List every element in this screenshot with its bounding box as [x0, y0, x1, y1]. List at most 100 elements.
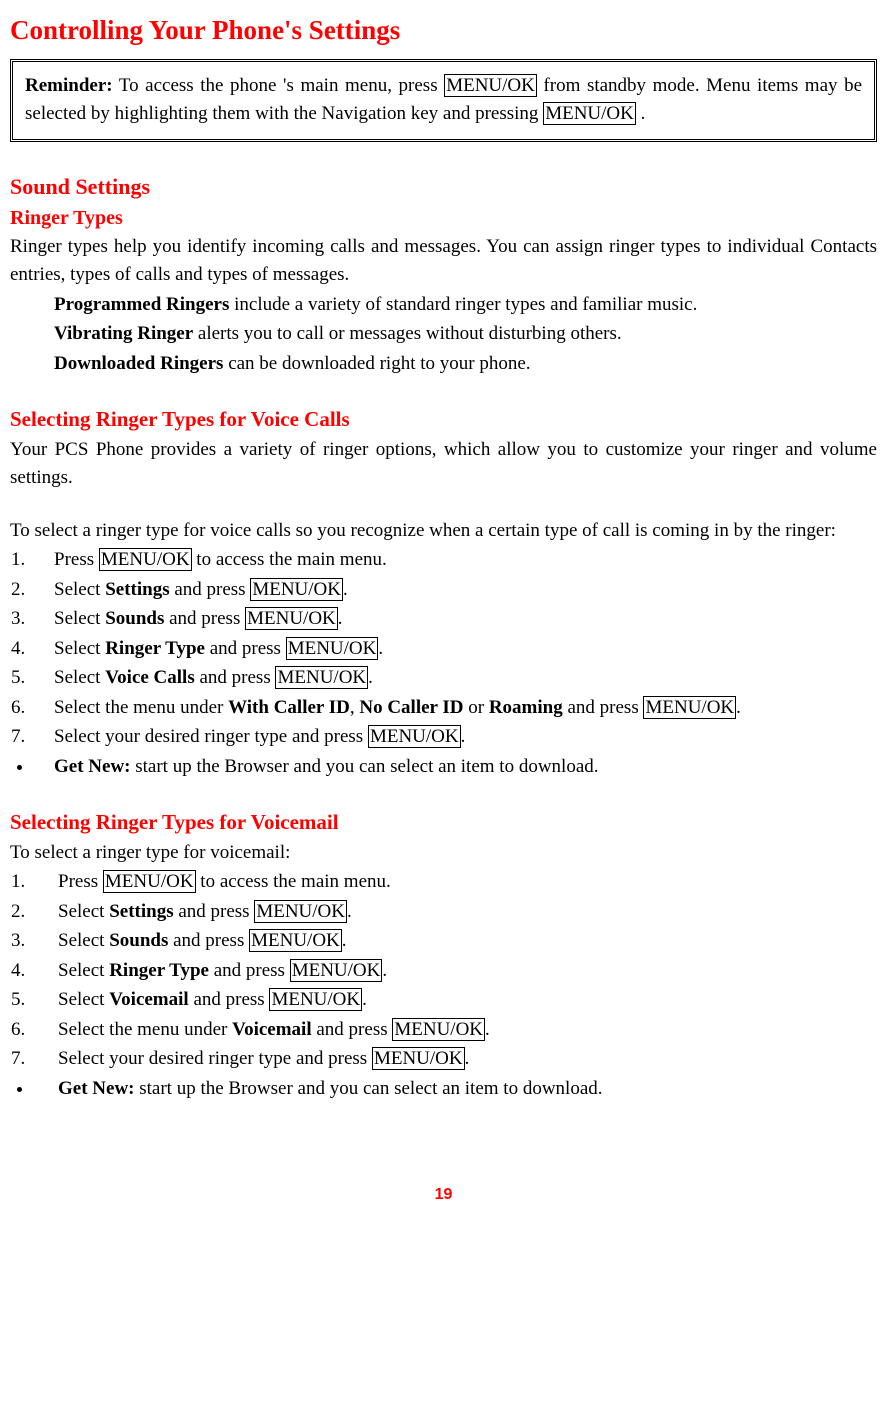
step-text: to access the main menu. [196, 871, 391, 892]
step-text: Press [58, 871, 103, 892]
getnew-list: Get New: start up the Browser and you ca… [10, 753, 877, 782]
step-text: and press [164, 608, 245, 629]
step-bold: Ringer Type [109, 960, 209, 981]
step-bold: With Caller ID [228, 697, 350, 718]
step-text: and press [168, 930, 249, 951]
menu-ok-key: MENU/OK [392, 1018, 485, 1041]
voice-calls-intro2: To select a ringer type for voice calls … [10, 517, 877, 546]
step-item: Press MENU/OK to access the main menu. [30, 546, 877, 575]
menu-ok-key: MENU/OK [250, 578, 343, 601]
step-text: . [343, 579, 348, 600]
list-item: Downloaded Ringers can be downloaded rig… [10, 350, 877, 379]
step-bold: Voicemail [232, 1019, 312, 1040]
reminder-label: Reminder: [25, 75, 113, 96]
step-text: . [368, 667, 373, 688]
step-item: Select Voicemail and press MENU/OK. [30, 986, 877, 1015]
getnew-label: Get New: [54, 756, 131, 777]
step-text: and press [174, 901, 255, 922]
step-text: and press [563, 697, 644, 718]
getnew-text: start up the Browser and you can select … [135, 1078, 603, 1099]
step-text: and press [195, 667, 276, 688]
step-item: Select Sounds and press MENU/OK. [30, 605, 877, 634]
step-item: Select Voice Calls and press MENU/OK. [30, 664, 877, 693]
step-text: . [342, 930, 347, 951]
menu-ok-key: MENU/OK [444, 74, 537, 97]
step-text: . [485, 1019, 490, 1040]
voicemail-steps: Press MENU/OK to access the main menu. S… [10, 868, 877, 1074]
step-item: Select the menu under Voicemail and pres… [30, 1016, 877, 1045]
step-bold: Settings [109, 901, 173, 922]
menu-ok-key: MENU/OK [372, 1047, 465, 1070]
step-bold: Roaming [489, 697, 563, 718]
step-bold: Voicemail [109, 989, 189, 1010]
getnew-item: Get New: start up the Browser and you ca… [34, 1075, 877, 1104]
step-bold: Settings [105, 579, 169, 600]
step-text: . [378, 638, 383, 659]
step-item: Select Settings and press MENU/OK. [30, 576, 877, 605]
step-text: Select the menu under [58, 1019, 232, 1040]
step-text: to access the main menu. [192, 549, 387, 570]
list-item: Vibrating Ringer alerts you to call or m… [10, 320, 877, 349]
reminder-post: . [636, 103, 646, 124]
sound-settings-heading: Sound Settings [10, 170, 877, 203]
ringer-item-label: Downloaded Ringers [54, 353, 223, 374]
menu-ok-key: MENU/OK [249, 929, 342, 952]
menu-ok-key: MENU/OK [269, 988, 362, 1011]
step-text: Select your desired ringer type and pres… [54, 726, 368, 747]
ringer-item-label: Vibrating Ringer [54, 323, 193, 344]
page-number: 19 [10, 1183, 877, 1207]
step-text: Select [54, 608, 105, 629]
step-item: Select Settings and press MENU/OK. [30, 898, 877, 927]
step-text: . [465, 1048, 470, 1069]
step-text: Select [58, 960, 109, 981]
step-text: and press [189, 989, 270, 1010]
step-text: Select [58, 989, 109, 1010]
getnew-label: Get New: [58, 1078, 135, 1099]
menu-ok-key: MENU/OK [275, 666, 368, 689]
step-text: Press [54, 549, 99, 570]
step-text: . [362, 989, 367, 1010]
menu-ok-key: MENU/OK [245, 607, 338, 630]
step-text: . [382, 960, 387, 981]
ringer-types-heading: Ringer Types [10, 203, 877, 233]
step-text: and press [312, 1019, 393, 1040]
step-text: . [338, 608, 343, 629]
ringer-item-text: include a variety of standard ringer typ… [229, 294, 697, 315]
step-text: or [464, 697, 489, 718]
step-text: Select the menu under [54, 697, 228, 718]
step-text: and press [205, 638, 286, 659]
step-bold: Sounds [105, 608, 164, 629]
ringer-types-list: Programmed Ringers include a variety of … [10, 291, 877, 379]
step-item: Select your desired ringer type and pres… [30, 1045, 877, 1074]
step-text: , [350, 697, 360, 718]
voice-calls-steps: Press MENU/OK to access the main menu. S… [10, 546, 877, 752]
ringer-item-label: Programmed Ringers [54, 294, 229, 315]
step-text: . [461, 726, 466, 747]
menu-ok-key: MENU/OK [643, 696, 736, 719]
menu-ok-key: MENU/OK [286, 637, 379, 660]
voice-calls-heading: Selecting Ringer Types for Voice Calls [10, 404, 877, 436]
menu-ok-key: MENU/OK [543, 102, 636, 125]
menu-ok-key: MENU/OK [368, 725, 461, 748]
step-item: Select the menu under With Caller ID, No… [30, 694, 877, 723]
voicemail-intro: To select a ringer type for voicemail: [10, 839, 877, 868]
step-text: Select [58, 930, 109, 951]
menu-ok-key: MENU/OK [254, 900, 347, 923]
step-text: Select [54, 579, 105, 600]
step-text: Select [54, 667, 105, 688]
reminder-pre: To access the phone 's main menu, press [113, 75, 445, 96]
step-text: Select your desired ringer type and pres… [58, 1048, 372, 1069]
getnew-item: Get New: start up the Browser and you ca… [34, 753, 877, 782]
step-text: Select [58, 901, 109, 922]
step-text: and press [170, 579, 251, 600]
page-title: Controlling Your Phone's Settings [10, 10, 877, 51]
step-bold: Ringer Type [105, 638, 205, 659]
ringer-types-intro: Ringer types help you identify incoming … [10, 233, 877, 290]
step-item: Select Ringer Type and press MENU/OK. [30, 957, 877, 986]
reminder-box: Reminder: To access the phone 's main me… [10, 59, 877, 142]
step-bold: No Caller ID [359, 697, 463, 718]
step-item: Press MENU/OK to access the main menu. [30, 868, 877, 897]
list-item: Programmed Ringers include a variety of … [10, 291, 877, 320]
step-text: and press [209, 960, 290, 981]
getnew-text: start up the Browser and you can select … [131, 756, 599, 777]
